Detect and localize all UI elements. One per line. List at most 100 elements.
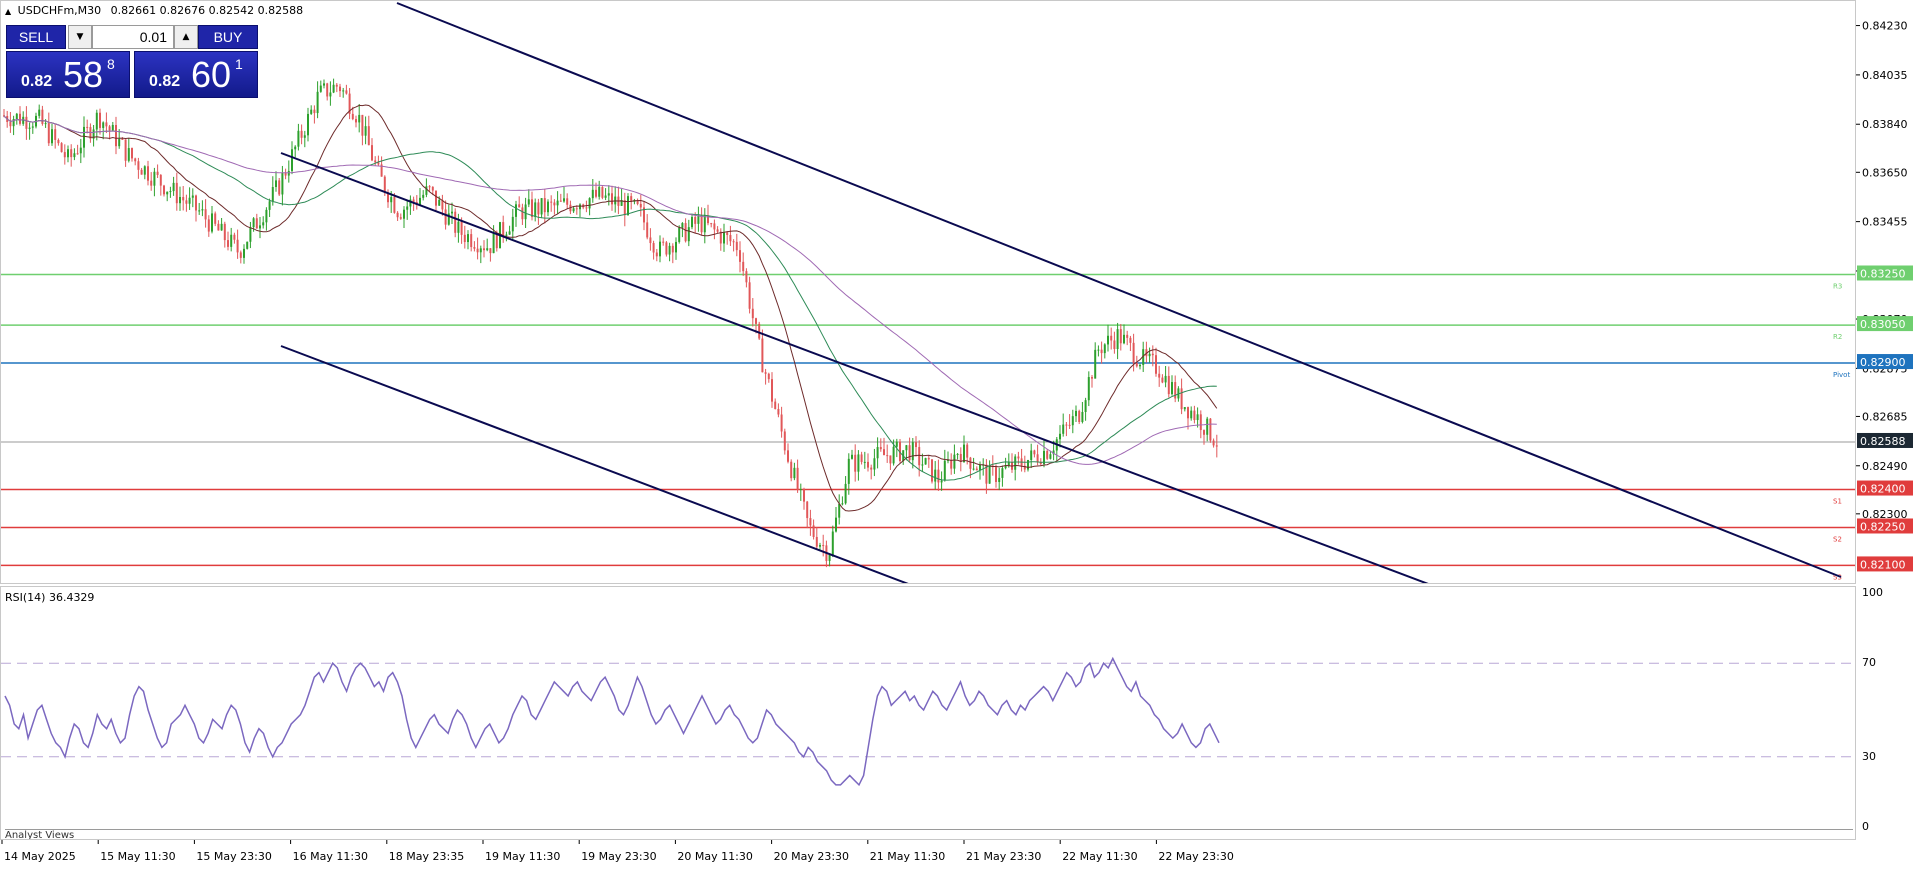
collapse-triangle-icon[interactable]: ▲ — [5, 7, 11, 16]
candle-body — [486, 248, 489, 251]
sell-button[interactable]: SELL — [6, 25, 66, 49]
buy-price-pips: 60 — [191, 54, 232, 95]
candle-body — [326, 83, 329, 97]
lot-increase-button[interactable]: ▲ — [174, 25, 198, 49]
candle-body — [28, 127, 31, 129]
candle-body — [809, 518, 812, 526]
candle-body — [585, 207, 588, 209]
candle-body — [175, 182, 178, 204]
candle-body — [771, 379, 773, 402]
candle-body — [588, 198, 591, 209]
candle-body — [639, 203, 642, 208]
candle-body — [998, 477, 1001, 482]
chevron-up-icon: ▲ — [182, 32, 190, 42]
price-chart[interactable]: R3R2PivotS1S2S3 — [1, 1, 1856, 584]
candle-body — [790, 461, 793, 479]
candle-body — [1065, 424, 1068, 426]
pivot-tag: S2 — [1833, 535, 1842, 543]
candle-body — [623, 200, 626, 216]
candle-body — [220, 223, 223, 231]
rsi-chart[interactable] — [1, 587, 1856, 840]
candle-body — [876, 447, 879, 459]
candle-body — [339, 86, 341, 92]
candle-body — [313, 109, 316, 114]
pivot-tag: Pivot — [1833, 371, 1850, 379]
candle-body — [259, 225, 261, 229]
candle-body — [159, 174, 162, 186]
time-axis-scale: 14 May 2025 15 May 11:30 15 May 23:30 16 Ma… — [1, 840, 1234, 863]
candle-body — [246, 241, 249, 249]
candle-body — [511, 216, 514, 232]
candle-body — [879, 447, 882, 450]
candle-body — [975, 468, 978, 471]
candle-body — [1078, 410, 1081, 422]
candle-body — [44, 123, 47, 125]
candle-body — [316, 91, 319, 114]
candle-body — [735, 241, 738, 251]
candle-body — [1113, 340, 1116, 350]
candle-body — [371, 145, 373, 161]
candle-body — [892, 446, 895, 464]
candle-body — [604, 195, 607, 198]
trend-channel-line[interactable] — [280, 345, 911, 584]
candle-body — [1212, 440, 1215, 446]
candle-body — [691, 216, 693, 228]
candle-body — [627, 196, 629, 216]
candle-body — [1097, 349, 1100, 351]
candle-body — [524, 204, 527, 220]
trend-channel-line[interactable] — [396, 2, 1842, 578]
candle-body — [329, 92, 332, 97]
candle-body — [406, 206, 409, 210]
time-axis[interactable]: 14 May 2025 15 May 11:30 15 May 23:30 16 Ma… — [0, 840, 1916, 874]
candle-body — [1206, 418, 1209, 435]
rsi-line — [4, 656, 1220, 787]
trend-channel-line[interactable] — [280, 152, 1431, 584]
candle-body — [646, 222, 649, 238]
candle-body — [1068, 424, 1071, 426]
one-click-trading-panel: SELL ▼ ▲ BUY 0.82 58 8 0.82 60 1 — [6, 25, 258, 99]
sell-quote-button[interactable]: 0.82 58 8 — [6, 51, 130, 98]
candle-body — [652, 243, 655, 253]
candle-body — [841, 503, 844, 505]
candle-body — [1075, 410, 1077, 417]
candle-body — [863, 461, 866, 463]
candle-body — [1094, 349, 1097, 379]
candle-body — [19, 113, 21, 124]
rsi-axis[interactable]: 100 70 30 0 — [1856, 586, 1916, 840]
rsi-panel[interactable]: RSI(14) 36.4329 Analyst Views — [0, 586, 1856, 840]
candle-body — [121, 138, 124, 140]
candle-body — [1155, 355, 1157, 374]
candle-body — [374, 160, 377, 163]
lot-decrease-button[interactable]: ▼ — [68, 25, 92, 49]
candle-body — [361, 114, 364, 136]
candle-body — [931, 459, 933, 482]
candle-body — [300, 130, 303, 138]
candle-body — [367, 126, 370, 146]
candle-body — [153, 171, 156, 186]
pivot-price-label: 0.82250 — [1860, 520, 1906, 533]
buy-quote-button[interactable]: 0.82 60 1 — [134, 51, 258, 98]
candle-body — [572, 208, 575, 212]
candle-body — [838, 503, 841, 518]
candle-body — [291, 149, 293, 171]
buy-button[interactable]: BUY — [198, 25, 258, 49]
price-chart-panel[interactable]: R3 R2 Pivot S1 S2 S3 ▲ USDCHFm,M30 0.82661 0.… — [0, 0, 1856, 584]
candle-body — [655, 252, 658, 257]
time-tick-label: 15 May 11:30 — [100, 850, 175, 863]
candle-body — [131, 148, 133, 159]
candle-body — [31, 126, 34, 128]
candle-body — [527, 199, 530, 205]
candle-body — [502, 222, 505, 236]
candle-body — [905, 445, 908, 451]
candle-body — [739, 250, 741, 262]
price-axis[interactable]: 0.84230 0.84035 0.83840 0.83650 0.83455 0.832… — [1856, 0, 1916, 584]
candle-body — [425, 186, 428, 195]
analyst-views-tab[interactable]: Analyst Views — [5, 829, 1853, 839]
candle-body — [889, 455, 892, 464]
candle-body — [1033, 450, 1036, 455]
candle-body — [1081, 412, 1084, 422]
candle-body — [233, 234, 236, 240]
candle-body — [1046, 450, 1049, 459]
candle-body — [774, 401, 777, 409]
lot-size-input[interactable] — [92, 25, 174, 49]
